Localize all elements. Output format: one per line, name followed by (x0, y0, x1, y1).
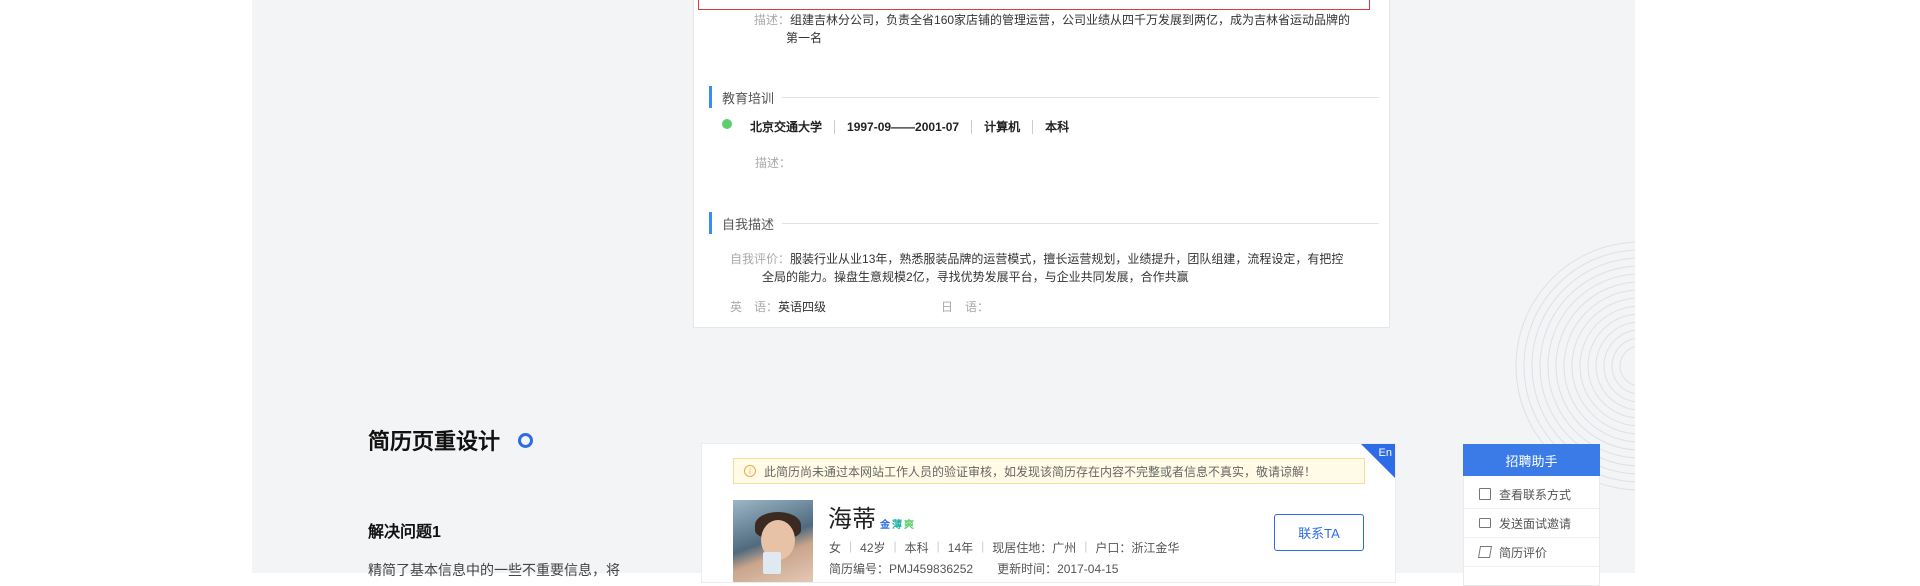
resume-meta: 简历编号：PMJ459836252 更新时间：2017-04-15 (829, 560, 1118, 577)
badge-cool-icon: 爽 (904, 520, 914, 531)
age: 42岁 (860, 541, 886, 555)
avatar-cup (763, 552, 781, 574)
hukou: 户口：浙江金华 (1095, 541, 1180, 555)
education-row: 北京交通大学 1997-09——2001-07 计算机 本科 (722, 119, 1081, 134)
education-desc-label: 描述： (755, 156, 792, 170)
self-eval-text: 服装行业从业13年，熟悉服装品牌的运营模式，擅长运营规划，业绩提升，团队组建，流… (790, 252, 1344, 266)
experience: 14年 (947, 541, 974, 555)
section-title-education: 教育培训 (709, 86, 1379, 108)
recruit-assistant-panel: 招聘助手 查看联系方式 发送面试邀请 简历评价 (1463, 444, 1600, 586)
school: 北京交通大学 (750, 120, 836, 134)
section-title-self: 自我描述 (709, 212, 1379, 234)
section-bar (709, 86, 712, 108)
self-eval-text-cont: 全局的能力。操盘生意规模2亿，寻找优势发展平台，与企业共同发展，合作共赢 (762, 270, 1189, 284)
menu-item-send-invite[interactable]: 发送面试邀请 (1464, 509, 1599, 538)
candidate-info: 女 | 42岁 | 本科 | 14年 | 现居住地：广州 | 户口：浙江金华 (829, 539, 1180, 555)
english-label: 英 语： (730, 300, 779, 314)
badge-gold-icon: 金 (880, 520, 890, 531)
education: 本科 (904, 541, 929, 555)
status-dot-icon (722, 119, 732, 129)
section-bar (709, 212, 712, 234)
section-body: 精简了基本信息中的一些不重要信息，将 (368, 562, 620, 578)
assistant-title[interactable]: 招聘助手 (1463, 444, 1600, 476)
envelope-icon (1479, 518, 1491, 528)
resume-card-upper: 描述：组建吉林分公司，负责全省160家店铺的管理运营，公司业绩从四千万发展到两亿… (693, 0, 1390, 328)
avatar (733, 500, 813, 582)
verification-notice: i 此简历尚未通过本网站工作人员的验证审核，如发现该简历存在内容不完整或者信息不… (733, 458, 1365, 484)
english-value: 英语四级 (778, 300, 827, 314)
resume-id: 简历编号：PMJ459836252 (829, 562, 974, 576)
updated-time: 更新时间：2017-04-15 (997, 562, 1119, 576)
language-english: 英 语：英语四级 (730, 298, 941, 315)
language-corner-label[interactable]: En (1379, 447, 1392, 459)
section-title-text: 自我描述 (722, 216, 775, 232)
language-row: 英 语：英语四级 日 语： (730, 298, 1152, 315)
gender: 女 (829, 541, 842, 555)
section-title-text: 教育培训 (722, 90, 775, 106)
japanese-label: 日 语： (941, 300, 990, 314)
period: 1997-09——2001-07 (835, 120, 973, 134)
self-evaluation: 自我评价：服装行业从业13年，熟悉服装品牌的运营模式，擅长运营规划，业绩提升，团… (730, 250, 1360, 286)
work-desc-text: 组建吉林分公司，负责全省160家店铺的管理运营，公司业绩从四千万发展到两亿，成为… (790, 13, 1351, 27)
residence: 现居住地：广州 (992, 541, 1077, 555)
work-desc-text-cont: 第一名 (786, 31, 823, 45)
notice-text: 此简历尚未通过本网站工作人员的验证审核，如发现该简历存在内容不完整或者信息不真实… (764, 464, 1317, 479)
degree: 本科 (1045, 120, 1070, 134)
info-icon: i (744, 465, 756, 477)
badge-thin-icon: 薄 (892, 520, 902, 531)
major: 计算机 (972, 120, 1034, 134)
section-subheading: 解决问题1 (368, 524, 441, 541)
resume-card-lower: En i 此简历尚未通过本网站工作人员的验证审核，如发现该简历存在内容不完整或者… (701, 443, 1396, 583)
work-description: 描述：组建吉林分公司，负责全省160家店铺的管理运营，公司业绩从四千万发展到两亿… (754, 11, 1354, 47)
assistant-menu: 查看联系方式 发送面试邀请 简历评价 (1463, 476, 1600, 586)
menu-item-label: 简历评价 (1499, 545, 1548, 560)
self-eval-label: 自我评价： (730, 252, 791, 266)
badge-group: 金 薄 爽 (880, 516, 916, 531)
ring-icon (518, 432, 534, 448)
work-desc-label: 描述： (754, 13, 791, 27)
candidate-name-row: 海蒂 金 薄 爽 (828, 499, 916, 534)
section-divider (782, 222, 1379, 224)
edit-icon (1477, 546, 1493, 558)
menu-item-label: 发送面试邀请 (1499, 516, 1572, 531)
section-heading-text: 简历页重设计 (368, 429, 501, 454)
contact-card-icon (1479, 488, 1491, 500)
contact-button[interactable]: 联系TA (1274, 514, 1364, 551)
section-divider (782, 96, 1379, 98)
language-japanese: 日 语： (941, 298, 1152, 315)
candidate-name: 海蒂 (828, 506, 876, 533)
section-heading: 简历页重设计 (368, 424, 534, 456)
highlight-box (698, 0, 1370, 10)
menu-item-view-contact[interactable]: 查看联系方式 (1464, 480, 1599, 509)
menu-item-label: 查看联系方式 (1499, 487, 1572, 502)
menu-item-evaluate[interactable]: 简历评价 (1464, 538, 1599, 567)
